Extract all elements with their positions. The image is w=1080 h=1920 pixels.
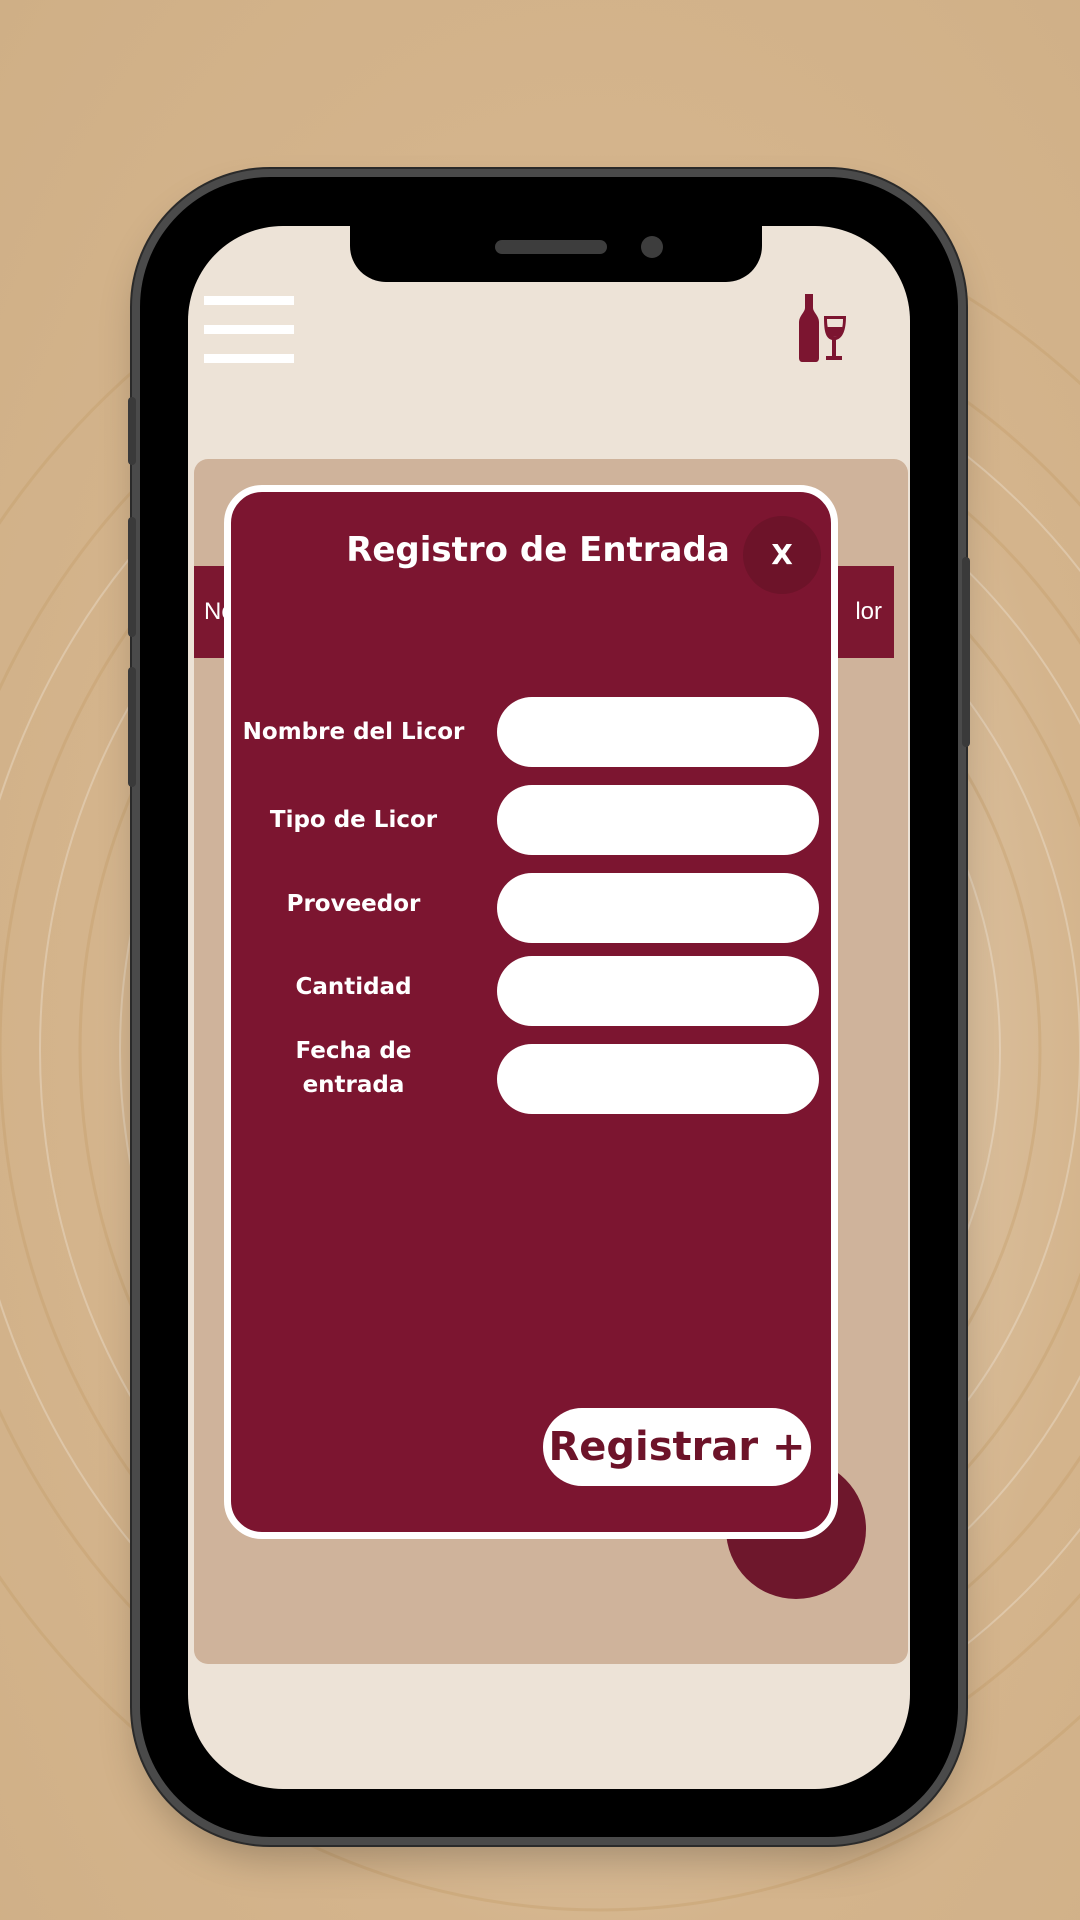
supplier-label: Proveedor <box>286 891 421 917</box>
phone-volume-up-button <box>128 517 136 637</box>
quantity-input[interactable] <box>497 956 819 1026</box>
phone-notch <box>350 226 762 282</box>
entry-registration-modal: Registro de Entrada X Nombre del Licor T… <box>224 485 838 1539</box>
phone-frame: No lor Registro de Entrada X Nombre del … <box>128 177 970 1837</box>
liquor-type-label: Tipo de Licor <box>269 807 438 833</box>
entry-date-label: Fecha de entrada <box>231 1034 476 1102</box>
form-row-quantity: Cantidad <box>231 956 845 1028</box>
liquor-name-label: Nombre del Licor <box>242 719 465 745</box>
phone-power-button <box>962 557 970 747</box>
supplier-input[interactable] <box>497 873 819 943</box>
wine-bottle-glass-icon <box>799 294 846 362</box>
form-row-liquor-name: Nombre del Licor <box>231 697 845 769</box>
liquor-type-input[interactable] <box>497 785 819 855</box>
form-row-liquor-type: Tipo de Licor <box>231 785 845 857</box>
table-header-right: lor <box>834 566 894 658</box>
inventory-panel: No lor Registro de Entrada X Nombre del … <box>194 459 908 1664</box>
front-camera <box>641 236 663 258</box>
speaker-grille <box>495 240 607 254</box>
entry-date-input[interactable] <box>497 1044 819 1114</box>
liquor-name-input[interactable] <box>497 697 819 767</box>
quantity-label: Cantidad <box>295 974 412 1000</box>
phone-screen: No lor Registro de Entrada X Nombre del … <box>188 226 910 1789</box>
phone-volume-down-button <box>128 667 136 787</box>
close-button[interactable]: X <box>743 516 821 594</box>
entry-date-label-line1: Fecha de <box>295 1038 412 1064</box>
form-row-supplier: Proveedor <box>231 873 845 945</box>
entry-date-label-line2: entrada <box>302 1072 405 1098</box>
register-button[interactable]: Registrar + <box>543 1408 811 1486</box>
phone-silent-switch <box>128 397 136 465</box>
hamburger-menu-icon[interactable] <box>204 296 294 364</box>
form-row-entry-date: Fecha de entrada <box>231 1038 845 1116</box>
